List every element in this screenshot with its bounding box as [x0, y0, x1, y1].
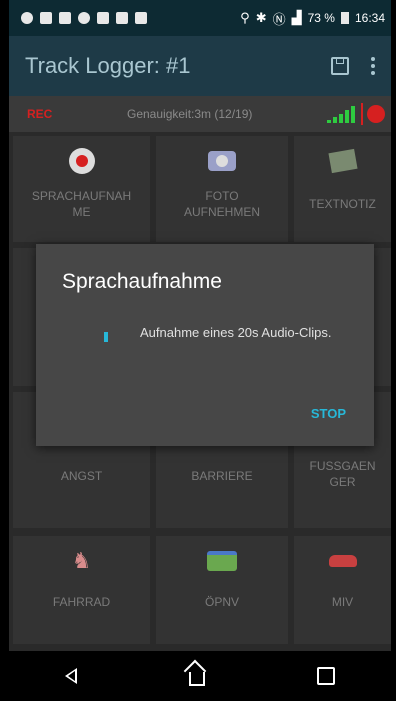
- status-bar: ⚲ ✱ Ⓝ ▟ 73 % 16:34: [9, 0, 391, 36]
- stop-recording-button[interactable]: [367, 105, 385, 123]
- battery-percent: 73 %: [307, 11, 335, 25]
- location-icon: ⚲: [240, 10, 250, 25]
- notification-icon: [59, 12, 71, 24]
- rec-label: REC: [27, 107, 53, 121]
- gallery-icon: [97, 12, 109, 24]
- gps-signal-icon: [327, 105, 355, 123]
- tile-label: FOTO AUFNEHMEN: [183, 189, 260, 219]
- tile-textnotiz[interactable]: TEXTNOTIZ: [294, 136, 391, 242]
- gps-info-bar: REC Genauigkeit:3m (12/19): [9, 96, 391, 132]
- notification-icon: [116, 12, 128, 24]
- car-icon: [328, 555, 357, 567]
- navigation-bar: [9, 651, 391, 701]
- battery-icon: [340, 12, 349, 24]
- tile-label: FUSSGAEN GER: [309, 459, 376, 489]
- tile-sprachaufnahme[interactable]: SPRACHAUFNAH ME: [13, 136, 150, 242]
- more-vert-icon[interactable]: [371, 57, 375, 75]
- bluetooth-icon: ✱: [255, 10, 267, 25]
- note-icon: [327, 148, 358, 174]
- recent-apps-icon[interactable]: [317, 667, 335, 685]
- cell-signal-icon: ▟: [291, 10, 302, 25]
- notification-icon: [21, 12, 33, 24]
- tile-label: BARRIERE: [191, 469, 253, 483]
- tile-label: SPRACHAUFNAH ME: [31, 189, 132, 219]
- bicycle-icon: ♞: [71, 548, 92, 573]
- audio-level-icon: [104, 332, 108, 342]
- app-title: Track Logger: #1: [25, 53, 191, 78]
- notification-icon: [40, 12, 52, 24]
- divider: [361, 103, 363, 125]
- notification-icons: [9, 12, 147, 24]
- tile-label: FAHRRAD: [52, 595, 111, 609]
- tile-miv[interactable]: MIV: [294, 536, 391, 644]
- bus-icon: [207, 551, 237, 571]
- tile-label: ÖPNV: [204, 595, 239, 609]
- messenger-icon: [78, 12, 90, 24]
- tile-foto-aufnehmen[interactable]: FOTO AUFNEHMEN: [156, 136, 288, 242]
- dialog-message: Aufnahme eines 20s Audio-Clips.: [140, 325, 332, 340]
- system-icons: ⚲ ✱ Ⓝ ▟ 73 % 16:34: [240, 9, 391, 28]
- recording-dialog: Sprachaufnahme Aufnahme eines 20s Audio-…: [36, 244, 374, 446]
- app-bar: Track Logger: #1: [9, 36, 391, 96]
- camera-icon: [208, 151, 236, 171]
- notification-icon: [135, 12, 147, 24]
- back-icon[interactable]: [65, 668, 77, 684]
- stop-button[interactable]: STOP: [311, 406, 346, 421]
- tile-fahrrad[interactable]: ♞ FAHRRAD: [13, 536, 150, 644]
- app-frame: ⚲ ✱ Ⓝ ▟ 73 % 16:34 Track Logger: #1 REC …: [9, 0, 391, 701]
- nfc-icon: Ⓝ: [272, 11, 286, 27]
- tile-oepnv[interactable]: ÖPNV: [156, 536, 288, 644]
- home-icon[interactable]: [189, 672, 205, 686]
- gps-accuracy: Genauigkeit:3m (12/19): [127, 107, 253, 121]
- record-icon: [68, 148, 95, 174]
- tile-label: MIV: [331, 595, 354, 609]
- dialog-title: Sprachaufnahme: [62, 270, 222, 293]
- tile-label: ANGST: [60, 469, 103, 483]
- clock: 16:34: [354, 11, 385, 25]
- save-icon[interactable]: [331, 57, 349, 75]
- tile-label: TEXTNOTIZ: [309, 197, 376, 211]
- app-bar-actions: [331, 57, 391, 75]
